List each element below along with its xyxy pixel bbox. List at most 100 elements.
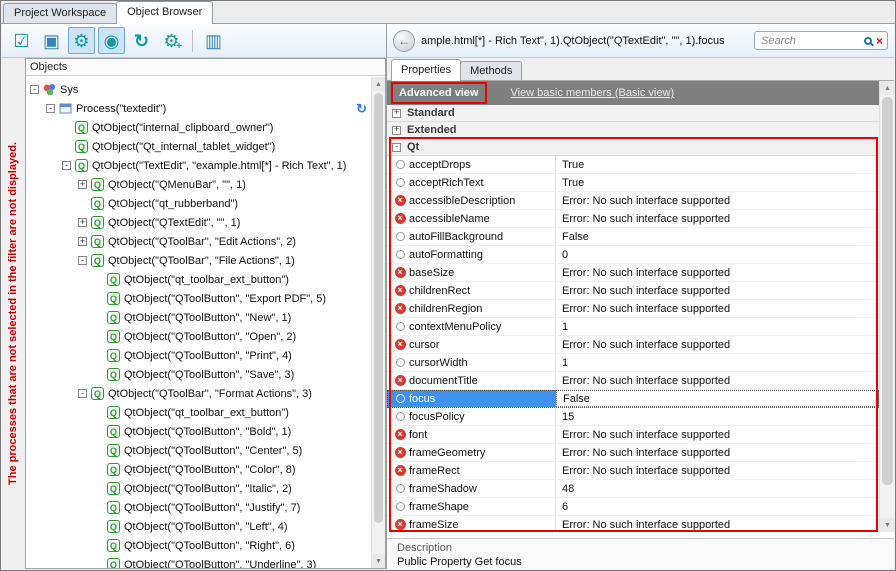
tab-properties[interactable]: Properties <box>391 59 461 81</box>
property-row[interactable]: acceptDrops True <box>387 156 879 174</box>
tree-node[interactable]: QtObject("QToolButton", "Export PDF", 5) <box>26 289 371 308</box>
property-row[interactable]: accessibleDescription Error: No such int… <box>387 192 879 210</box>
tree-node[interactable]: QtObject("QToolBar", "Format Actions", 3… <box>26 384 371 403</box>
property-row[interactable]: childrenRegion Error: No such interface … <box>387 300 879 318</box>
tree-node-sys[interactable]: Sys <box>26 80 371 99</box>
tree-node[interactable]: QtObject("qt_toolbar_ext_button") <box>26 403 371 422</box>
expand-expander[interactable] <box>78 180 87 189</box>
new-settings-button[interactable] <box>158 27 185 54</box>
tree-node[interactable]: QtObject("QToolButton", "Print", 4) <box>26 346 371 365</box>
tab-methods[interactable]: Methods <box>460 61 522 80</box>
property-row[interactable]: cursorWidth 1 <box>387 354 879 372</box>
collapse-icon[interactable] <box>392 143 401 152</box>
checklist-icon <box>13 32 29 50</box>
property-row[interactable]: frameRect Error: No such interface suppo… <box>387 462 879 480</box>
property-value: Error: No such interface supported <box>556 462 879 479</box>
back-button[interactable] <box>393 30 415 52</box>
expand-icon[interactable] <box>392 126 401 135</box>
qtobject-icon <box>107 520 120 533</box>
refresh-icon <box>134 32 149 50</box>
tree-node[interactable]: QtObject("QToolButton", "Justify", 7) <box>26 498 371 517</box>
tree-node[interactable]: QtObject("QTextEdit", "", 1) <box>26 213 371 232</box>
tree-node[interactable]: QtObject("Qt_internal_tablet_widget") <box>26 137 371 156</box>
tree-node[interactable]: QtObject("QToolButton", "Italic", 2) <box>26 479 371 498</box>
tree-scrollbar[interactable] <box>371 77 385 568</box>
property-row[interactable]: childrenRect Error: No such interface su… <box>387 282 879 300</box>
gear-icon <box>73 32 89 50</box>
scroll-down-icon[interactable] <box>372 554 385 568</box>
scrollbar-thumb[interactable] <box>882 97 893 485</box>
search-icon[interactable] <box>864 37 872 45</box>
search-box <box>754 31 888 50</box>
section-label: Standard <box>407 107 455 119</box>
scroll-up-icon[interactable] <box>880 81 895 95</box>
qtobject-icon <box>107 558 120 568</box>
search-input[interactable] <box>761 35 860 47</box>
property-row-focus-selected[interactable]: focus False <box>387 390 879 408</box>
tree-node[interactable]: QtObject("QMenuBar", "", 1) <box>26 175 371 194</box>
property-row[interactable]: acceptRichText True <box>387 174 879 192</box>
tree-node[interactable]: QtObject("QToolButton", "Left", 4) <box>26 517 371 536</box>
inspector-scrollbar[interactable] <box>879 81 895 532</box>
clear-search-icon[interactable] <box>876 35 883 47</box>
section-standard[interactable]: Standard <box>387 105 879 122</box>
tree-node[interactable]: QtObject("QToolButton", "Underline", 3) <box>26 555 371 568</box>
property-row[interactable]: focusPolicy 15 <box>387 408 879 426</box>
tab-object-browser[interactable]: Object Browser <box>116 1 213 24</box>
objects-button[interactable] <box>38 27 65 54</box>
error-icon <box>391 429 409 440</box>
tree-node[interactable]: QtObject("QToolButton", "Center", 5) <box>26 441 371 460</box>
tree-node[interactable]: QtObject("QToolBar", "Edit Actions", 2) <box>26 232 371 251</box>
property-row[interactable]: font Error: No such interface supported <box>387 426 879 444</box>
scroll-down-icon[interactable] <box>880 518 895 532</box>
refresh-button[interactable] <box>128 27 155 54</box>
collapse-expander[interactable] <box>30 85 39 94</box>
tree-node[interactable]: QtObject("TextEdit", "example.html[*] - … <box>26 156 371 175</box>
process-running-icon <box>356 101 367 117</box>
expand-expander[interactable] <box>78 237 87 246</box>
collapse-expander[interactable] <box>62 161 71 170</box>
advanced-view-button[interactable]: Advanced view <box>399 87 478 99</box>
expand-expander[interactable] <box>78 218 87 227</box>
tree-node[interactable]: QtObject("QToolButton", "Save", 3) <box>26 365 371 384</box>
property-value: Error: No such interface supported <box>556 444 879 461</box>
property-row[interactable]: frameSize Error: No such interface suppo… <box>387 516 879 531</box>
property-row[interactable]: documentTitle Error: No such interface s… <box>387 372 879 390</box>
tree-node[interactable]: QtObject("QToolButton", "Bold", 1) <box>26 422 371 441</box>
watch-button[interactable] <box>98 27 125 54</box>
property-row[interactable]: frameShadow 48 <box>387 480 879 498</box>
collapse-expander[interactable] <box>46 104 55 113</box>
tree-node[interactable]: QtObject("qt_toolbar_ext_button") <box>26 270 371 289</box>
tab-project-workspace[interactable]: Project Workspace <box>3 3 117 23</box>
tree-node[interactable]: QtObject("QToolButton", "New", 1) <box>26 308 371 327</box>
property-row[interactable]: autoFillBackground False <box>387 228 879 246</box>
tree-node[interactable]: QtObject("internal_clipboard_owner") <box>26 118 371 137</box>
tree-node[interactable]: QtObject("QToolButton", "Open", 2) <box>26 327 371 346</box>
property-row[interactable]: autoFormatting 0 <box>387 246 879 264</box>
property-row[interactable]: contextMenuPolicy 1 <box>387 318 879 336</box>
section-extended[interactable]: Extended <box>387 122 879 139</box>
property-row[interactable]: baseSize Error: No such interface suppor… <box>387 264 879 282</box>
tree-node[interactable]: QtObject("qt_rubberband") <box>26 194 371 213</box>
collapse-expander[interactable] <box>78 256 87 265</box>
qtobject-icon <box>107 463 120 476</box>
layout-button[interactable] <box>200 27 227 54</box>
property-row[interactable]: accessibleName Error: No such interface … <box>387 210 879 228</box>
qtobject-icon <box>107 311 120 324</box>
property-row[interactable]: frameGeometry Error: No such interface s… <box>387 444 879 462</box>
tree-node-process[interactable]: Process("textedit") <box>26 99 371 118</box>
section-qt[interactable]: Qt <box>387 139 879 156</box>
tree-node[interactable]: QtObject("QToolBar", "File Actions", 1) <box>26 251 371 270</box>
tree-node[interactable]: QtObject("QToolButton", "Color", 8) <box>26 460 371 479</box>
collapse-expander[interactable] <box>78 389 87 398</box>
tree-node[interactable]: QtObject("QToolButton", "Right", 6) <box>26 536 371 555</box>
scrollbar-thumb[interactable] <box>374 93 383 523</box>
checklist-button[interactable] <box>8 27 35 54</box>
property-value-editor[interactable]: False <box>556 390 879 407</box>
property-row[interactable]: cursor Error: No such interface supporte… <box>387 336 879 354</box>
property-row[interactable]: frameShape 6 <box>387 498 879 516</box>
scroll-up-icon[interactable] <box>372 77 385 91</box>
settings-button[interactable] <box>68 27 95 54</box>
basic-view-link[interactable]: View basic members (Basic view) <box>510 87 674 99</box>
expand-icon[interactable] <box>392 109 401 118</box>
